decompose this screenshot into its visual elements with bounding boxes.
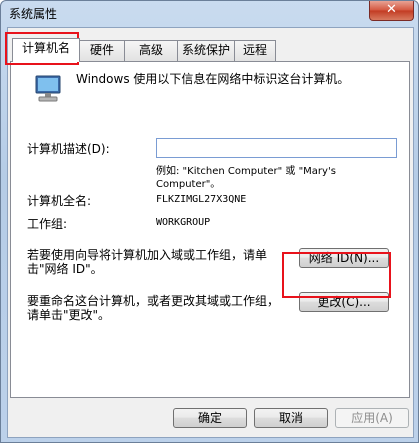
info-text: Windows 使用以下信息在网络中标识这台计算机。 bbox=[76, 72, 350, 86]
workgroup-label: 工作组: bbox=[27, 217, 68, 231]
tab-system-protection[interactable]: 系统保护 bbox=[177, 40, 235, 61]
title-bar[interactable]: 系统属性 ✕ bbox=[1, 1, 418, 25]
description-label: 计算机描述(D): bbox=[27, 142, 110, 156]
dialog-client: 计算机名 硬件 高级 系统保护 远程 Windows 使用以下信息在网络中标识这… bbox=[7, 27, 414, 438]
close-icon: ✕ bbox=[386, 2, 397, 17]
tab-computer-name[interactable]: 计算机名 bbox=[12, 38, 80, 62]
cancel-button[interactable]: 取消 bbox=[254, 408, 328, 428]
close-button[interactable]: ✕ bbox=[369, 1, 414, 21]
computer-icon bbox=[35, 75, 61, 102]
window-title: 系统属性 bbox=[9, 7, 58, 21]
computer-name-panel: Windows 使用以下信息在网络中标识这台计算机。 计算机描述(D): 例如:… bbox=[10, 61, 410, 398]
rename-text-line-2: 请单击"更改"。 bbox=[27, 308, 111, 322]
tab-hardware[interactable]: 硬件 bbox=[79, 40, 125, 61]
ok-button[interactable]: 确定 bbox=[173, 408, 247, 428]
fullname-label: 计算机全名: bbox=[27, 194, 92, 208]
description-input[interactable] bbox=[156, 138, 397, 158]
example-line-2: Computer"。 bbox=[156, 179, 221, 190]
workgroup-value: WORKGROUP bbox=[156, 217, 211, 228]
change-button-highlight-box bbox=[282, 252, 391, 298]
fullname-value: FLKZIMGL27X3QNE bbox=[156, 194, 247, 205]
apply-button[interactable]: 应用(A) bbox=[335, 408, 409, 428]
tab-advanced[interactable]: 高级 bbox=[124, 40, 178, 61]
system-properties-window: 系统属性 ✕ 计算机名 硬件 高级 系统保护 远程 Windows 使用以下信息… bbox=[0, 0, 419, 443]
network-text-line-2: 击"网络 ID"。 bbox=[27, 262, 103, 276]
tab-remote[interactable]: 远程 bbox=[234, 40, 276, 61]
